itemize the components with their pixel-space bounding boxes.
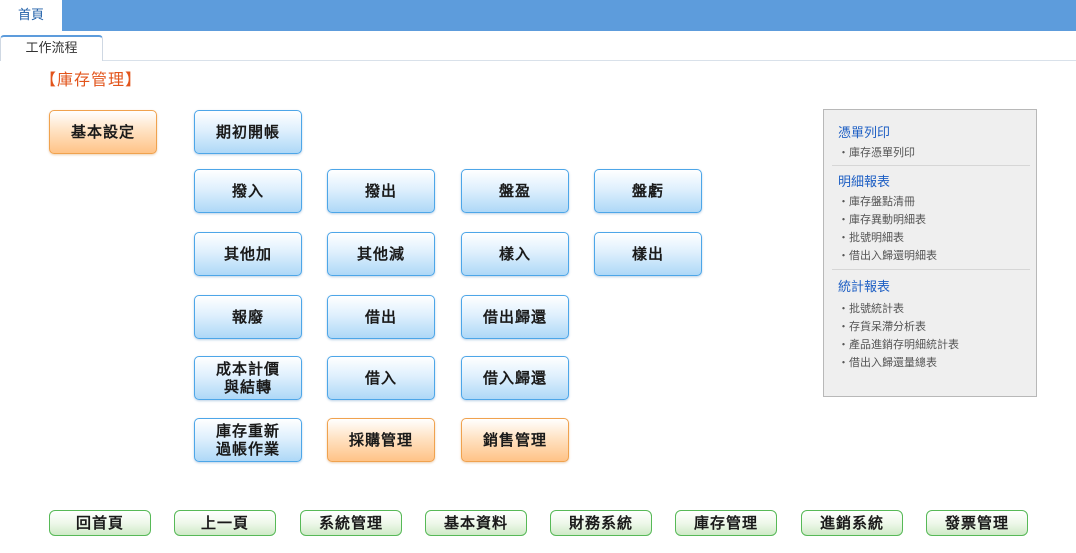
report-link[interactable]: ・庫存憑單列印 <box>838 144 915 160</box>
divider <box>832 165 1030 166</box>
cost-valuation-button[interactable]: 成本計價 與結轉 <box>194 356 302 400</box>
scrap-button[interactable]: 報廢 <box>194 295 302 339</box>
report-link[interactable]: ・批號明細表 <box>838 229 904 245</box>
inventory-loss-button[interactable]: 盤虧 <box>594 169 702 213</box>
report-link[interactable]: ・存貨呆滯分析表 <box>838 318 926 334</box>
lend-out-return-button[interactable]: 借出歸還 <box>461 295 569 339</box>
nav-master-data-button[interactable]: 基本資料 <box>425 510 527 536</box>
borrow-in-return-button[interactable]: 借入歸還 <box>461 356 569 400</box>
nav-sales-purchase-button[interactable]: 進銷系統 <box>801 510 903 536</box>
nav-invoice-button[interactable]: 發票管理 <box>926 510 1028 536</box>
inventory-gain-button[interactable]: 盤盈 <box>461 169 569 213</box>
transfer-out-button[interactable]: 撥出 <box>327 169 435 213</box>
report-link[interactable]: ・批號統計表 <box>838 300 904 316</box>
nav-finance-button[interactable]: 財務系統 <box>550 510 652 536</box>
page-title: 【庫存管理】 <box>40 70 143 89</box>
inventory-repost-button[interactable]: 庫存重新 過帳作業 <box>194 418 302 462</box>
report-link[interactable]: ・借出入歸還量總表 <box>838 354 937 370</box>
purchasing-button[interactable]: 採購管理 <box>327 418 435 462</box>
top-nav-bar: 首頁 <box>0 0 1076 31</box>
sales-button[interactable]: 銷售管理 <box>461 418 569 462</box>
report-link[interactable]: ・庫存異動明細表 <box>838 211 926 227</box>
lend-out-button[interactable]: 借出 <box>327 295 435 339</box>
nav-home-button[interactable]: 回首頁 <box>49 510 151 536</box>
voucher-print-heading[interactable]: 憑單列印 <box>838 122 890 141</box>
opening-entry-button[interactable]: 期初開帳 <box>194 110 302 154</box>
transfer-in-button[interactable]: 撥入 <box>194 169 302 213</box>
basic-setup-button[interactable]: 基本設定 <box>49 110 157 154</box>
divider <box>832 269 1030 270</box>
report-link[interactable]: ・借出入歸還明細表 <box>838 247 937 263</box>
sample-out-button[interactable]: 樣出 <box>594 232 702 276</box>
borrow-in-button[interactable]: 借入 <box>327 356 435 400</box>
tab-workflow[interactable]: 工作流程 <box>0 35 103 61</box>
home-tab[interactable]: 首頁 <box>0 0 62 31</box>
other-add-button[interactable]: 其他加 <box>194 232 302 276</box>
sample-in-button[interactable]: 樣入 <box>461 232 569 276</box>
nav-back-button[interactable]: 上一頁 <box>174 510 276 536</box>
report-link[interactable]: ・產品進銷存明細統計表 <box>838 336 959 352</box>
nav-inventory-button[interactable]: 庫存管理 <box>675 510 777 536</box>
report-panel: 憑單列印 ・庫存憑單列印 明細報表 ・庫存盤點清冊 ・庫存異動明細表 ・批號明細… <box>823 109 1037 397</box>
tab-divider <box>103 60 1076 61</box>
detail-report-heading[interactable]: 明細報表 <box>838 171 890 190</box>
nav-system-admin-button[interactable]: 系統管理 <box>300 510 402 536</box>
report-link[interactable]: ・庫存盤點清冊 <box>838 193 915 209</box>
other-subtract-button[interactable]: 其他減 <box>327 232 435 276</box>
statistics-report-heading[interactable]: 統計報表 <box>838 276 890 295</box>
